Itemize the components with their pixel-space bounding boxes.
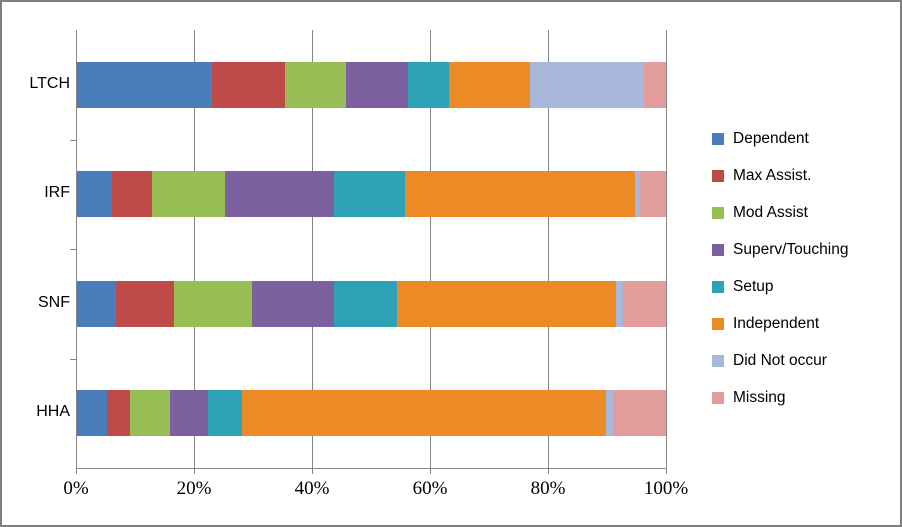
bar-row-ltch	[76, 61, 666, 108]
bar-segment-hha-did-not-occur	[606, 390, 614, 437]
legend-label: Missing	[733, 388, 786, 406]
bar-segment-snf-max-assist	[116, 280, 174, 327]
y-axis-label-snf: SNF	[38, 293, 70, 311]
legend-item-setup[interactable]: Setup	[712, 268, 897, 305]
y-axis-label-hha: HHA	[36, 403, 70, 421]
legend-swatch-icon	[712, 132, 724, 145]
y-axis-labels: LTCH IRF SNF HHA	[2, 2, 70, 525]
bar-row-hha	[76, 390, 666, 437]
bar-segment-irf-superv-touching	[225, 171, 335, 218]
x-axis-tick	[430, 468, 431, 474]
x-axis-tick	[312, 468, 313, 474]
x-axis-line	[76, 468, 667, 469]
bar-segment-irf-independent	[405, 171, 635, 218]
x-axis-label-100: 100%	[643, 478, 689, 499]
bar-segment-snf-mod-assist	[173, 280, 252, 327]
legend-label: Max Assist.	[733, 166, 812, 184]
bar-segment-ltch-missing	[644, 61, 666, 108]
legend-swatch-icon	[712, 391, 724, 404]
bar-segment-hha-dependent	[76, 390, 108, 437]
y-axis-label-irf: IRF	[44, 184, 70, 202]
bar-segment-snf-setup	[333, 280, 397, 327]
bar-segment-snf-did-not-occur	[615, 280, 623, 327]
bar-segment-irf-setup	[334, 171, 406, 218]
x-axis-tick	[194, 468, 195, 474]
legend-label: Independent	[733, 314, 820, 332]
bar-segment-ltch-did-not-occur	[530, 61, 645, 108]
x-axis-label-80: 80%	[530, 478, 566, 499]
legend-item-missing[interactable]: Missing	[712, 379, 897, 416]
legend-label: Did Not occur	[733, 351, 827, 369]
bar-row-irf	[76, 171, 666, 218]
x-axis-label-60: 60%	[412, 478, 448, 499]
legend-item-dependent[interactable]: Dependent	[712, 120, 897, 157]
legend-swatch-icon	[712, 280, 724, 293]
x-axis-label-20: 20%	[176, 478, 212, 499]
chart-legend: Dependent Max Assist. Mod Assist Superv/Tou…	[712, 120, 897, 416]
x-axis-label-0: 0%	[63, 478, 89, 499]
bar-row-snf	[76, 280, 666, 327]
legend-swatch-icon	[712, 243, 724, 256]
x-axis-label-40: 40%	[294, 478, 330, 499]
bar-segment-ltch-setup	[407, 61, 450, 108]
bar-segment-ltch-max-assist	[212, 61, 286, 108]
y-axis-label-ltch: LTCH	[29, 74, 70, 92]
bar-segment-snf-independent	[396, 280, 616, 327]
y-axis-tick	[70, 139, 76, 141]
legend-label: Superv/Touching	[733, 240, 849, 258]
legend-label: Dependent	[733, 129, 809, 147]
y-axis-tick	[70, 358, 76, 360]
legend-swatch-icon	[712, 206, 724, 219]
y-axis-tick	[70, 249, 76, 250]
legend-item-superv-touching[interactable]: Superv/Touching	[712, 231, 897, 268]
legend-item-independent[interactable]: Independent	[712, 305, 897, 342]
legend-swatch-icon	[712, 354, 724, 367]
legend-item-did-not-occur[interactable]: Did Not occur	[712, 342, 897, 379]
bar-segment-hha-independent	[242, 390, 607, 437]
bar-segment-snf-missing	[622, 280, 666, 327]
bar-segment-snf-superv-touching	[251, 280, 334, 327]
bar-segment-hha-missing	[613, 390, 666, 437]
x-axis-tick	[548, 468, 549, 474]
bar-segment-irf-max-assist	[111, 171, 153, 218]
bar-segment-snf-dependent	[76, 280, 117, 327]
bar-segment-ltch-dependent	[76, 61, 213, 108]
legend-label: Setup	[733, 277, 774, 295]
legend-item-mod-assist[interactable]: Mod Assist	[712, 194, 897, 231]
legend-swatch-icon	[712, 169, 724, 182]
y-axis-line	[76, 30, 77, 469]
bar-segment-hha-superv-touching	[170, 390, 208, 437]
bar-segment-hha-setup	[207, 390, 243, 437]
bar-segment-ltch-mod-assist	[285, 61, 346, 108]
bar-segment-ltch-superv-touching	[345, 61, 408, 108]
legend-swatch-icon	[712, 317, 724, 330]
bar-segment-irf-missing	[640, 171, 666, 218]
bar-segment-irf-dependent	[76, 171, 112, 218]
bar-segment-hha-max-assist	[107, 390, 131, 437]
x-axis-tick	[666, 468, 667, 474]
plot-area	[76, 30, 667, 468]
legend-label: Mod Assist	[733, 203, 808, 221]
bar-segment-ltch-independent	[449, 61, 531, 108]
x-axis-labels: 0% 20% 40% 60% 80% 100%	[2, 478, 900, 508]
bar-segment-hha-mod-assist	[130, 390, 171, 437]
x-axis-tick	[76, 468, 77, 474]
bar-segment-irf-mod-assist	[152, 171, 226, 218]
chart-container: LTCH IRF SNF HHA 0% 20% 40% 60% 80% 100% Depende…	[0, 0, 902, 527]
gridline-100	[666, 30, 667, 468]
legend-item-max-assist[interactable]: Max Assist.	[712, 157, 897, 194]
